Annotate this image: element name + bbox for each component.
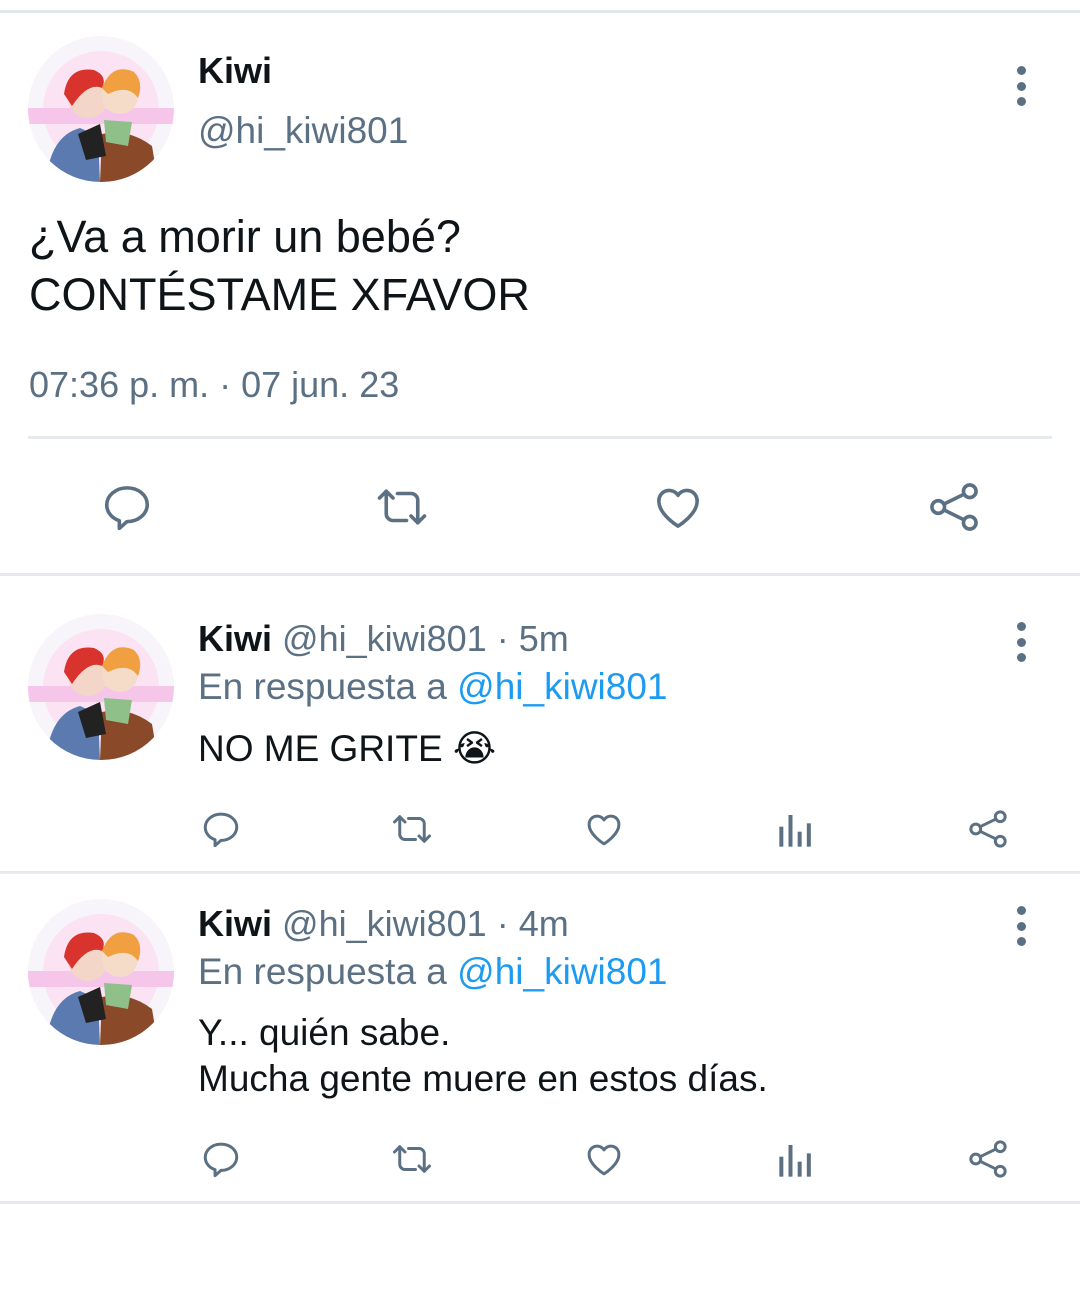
avatar-image	[28, 614, 174, 760]
divider	[28, 436, 1052, 439]
like-icon[interactable]	[650, 480, 706, 534]
reply-prefix: En respuesta a	[198, 666, 447, 707]
reply-header: Kiwi @hi_kiwi801 · 4m	[198, 903, 569, 945]
section-divider	[0, 573, 1080, 576]
reply-time[interactable]: · 4m	[497, 903, 569, 944]
reply-icon[interactable]	[100, 480, 154, 534]
tweet-text-line2: CONTÉSTAME XFAVOR	[29, 269, 530, 320]
top-border	[0, 10, 1080, 13]
reply-text-line2: Mucha gente muere en estos días.	[198, 1058, 768, 1099]
share-icon[interactable]	[966, 808, 1010, 850]
avatar-image	[28, 899, 174, 1045]
reply-context: En respuesta a @hi_kiwi801	[198, 951, 668, 993]
author-handle[interactable]: @hi_kiwi801	[282, 618, 487, 659]
author-handle[interactable]: @hi_kiwi801	[282, 903, 487, 944]
analytics-icon[interactable]	[776, 1140, 816, 1180]
avatar[interactable]	[28, 614, 174, 760]
reply-text-line1: NO ME GRITE 😭	[198, 728, 497, 769]
retweet-icon[interactable]	[388, 1138, 436, 1180]
reply-context: En respuesta a @hi_kiwi801	[198, 666, 668, 708]
reply-time[interactable]: · 5m	[497, 618, 569, 659]
more-options-icon[interactable]	[1016, 622, 1026, 662]
avatar[interactable]	[28, 36, 174, 182]
author-name[interactable]: Kiwi	[198, 50, 272, 92]
reply-prefix: En respuesta a	[198, 951, 447, 992]
reply-icon[interactable]	[200, 1138, 242, 1180]
avatar[interactable]	[28, 899, 174, 1045]
reply-to-link[interactable]: @hi_kiwi801	[457, 666, 667, 707]
reply-icon[interactable]	[200, 808, 242, 850]
like-icon[interactable]	[582, 1138, 626, 1180]
more-options-icon[interactable]	[1016, 66, 1026, 106]
tweet-text-line1: ¿Va a morir un bebé?	[29, 211, 461, 262]
reply-text-line1: Y... quién sabe.	[198, 1012, 451, 1053]
like-icon[interactable]	[582, 808, 626, 850]
reply-to-link[interactable]: @hi_kiwi801	[457, 951, 667, 992]
share-icon[interactable]	[966, 1138, 1010, 1180]
section-divider	[0, 871, 1080, 874]
section-divider	[0, 1201, 1080, 1204]
reply-header: Kiwi @hi_kiwi801 · 5m	[198, 618, 569, 660]
analytics-icon[interactable]	[776, 810, 816, 850]
author-name[interactable]: Kiwi	[198, 618, 272, 659]
author-handle[interactable]: @hi_kiwi801	[198, 110, 408, 152]
share-icon[interactable]	[926, 480, 982, 534]
avatar-image	[28, 36, 174, 182]
more-options-icon[interactable]	[1016, 906, 1026, 946]
retweet-icon[interactable]	[388, 808, 436, 850]
retweet-icon[interactable]	[372, 480, 432, 534]
tweet-timestamp[interactable]: 07:36 p. m. · 07 jun. 23	[29, 364, 399, 406]
author-name[interactable]: Kiwi	[198, 903, 272, 944]
